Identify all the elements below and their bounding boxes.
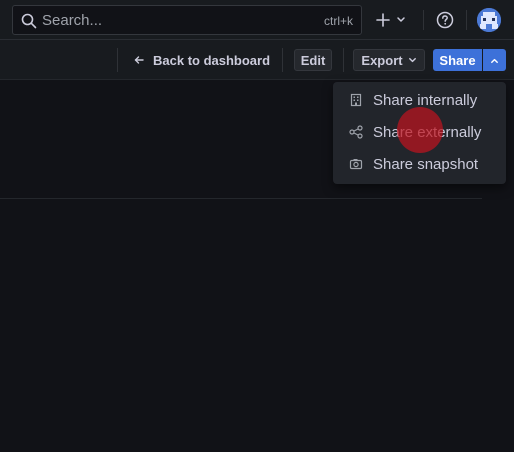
chevron-down-icon [397, 17, 405, 22]
share-button[interactable]: Share [433, 49, 482, 71]
divider [117, 48, 118, 72]
avatar-icon [477, 8, 501, 32]
content-divider [0, 198, 482, 199]
share-menu-toggle[interactable] [483, 49, 506, 71]
plus-icon [376, 13, 390, 27]
chevron-down-icon [408, 57, 416, 62]
camera-icon [349, 159, 363, 170]
share-label: Share [439, 52, 476, 68]
menu-item-share-snapshot[interactable]: Share snapshot [333, 149, 506, 179]
new-menu-button[interactable] [371, 8, 411, 32]
share-dropdown-menu: Share internally Share externally Share … [333, 82, 506, 184]
edit-button[interactable]: Edit [294, 49, 332, 71]
avatar[interactable] [477, 8, 501, 32]
share-nodes-icon [349, 125, 363, 139]
search-input[interactable]: Search... ctrl+k [12, 5, 362, 35]
divider [282, 48, 283, 72]
top-bar: Search... ctrl+k [0, 0, 514, 40]
menu-item-label: Share snapshot [373, 155, 479, 173]
search-icon [21, 13, 37, 29]
help-icon[interactable] [436, 11, 454, 29]
menu-item-share-externally[interactable]: Share externally [333, 117, 506, 147]
menu-item-share-internally[interactable]: Share internally [333, 85, 506, 115]
search-placeholder: Search... [42, 12, 103, 29]
menu-item-label: Share externally [373, 123, 482, 141]
arrow-left-icon [134, 56, 144, 64]
edit-label: Edit [300, 52, 326, 68]
chevron-up-icon [491, 58, 498, 63]
back-to-dashboard-button[interactable]: Back to dashboard [133, 50, 270, 70]
divider [466, 10, 467, 30]
building-icon [350, 93, 362, 107]
export-label: Export [361, 52, 403, 68]
back-to-dashboard-label: Back to dashboard [153, 52, 271, 68]
divider [343, 48, 344, 72]
dashboard-toolbar: Back to dashboard Edit Export Share [0, 40, 514, 80]
menu-item-label: Share internally [373, 91, 478, 109]
divider [423, 10, 424, 30]
search-shortcut: ctrl+k [323, 14, 353, 28]
export-button[interactable]: Export [353, 49, 425, 71]
